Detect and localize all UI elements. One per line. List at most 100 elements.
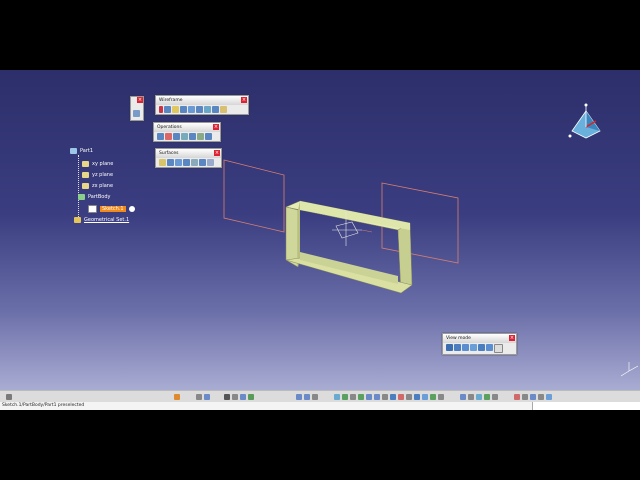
sketch-tool-button[interactable] bbox=[220, 106, 227, 113]
operations-toolbar[interactable]: Operations × bbox=[153, 122, 221, 142]
conversion-icon[interactable] bbox=[492, 394, 498, 400]
shading-icon[interactable] bbox=[390, 394, 396, 400]
letterbox-bottom bbox=[0, 410, 640, 480]
depth-effect-icon[interactable] bbox=[422, 394, 428, 400]
custom-view-button[interactable] bbox=[494, 344, 503, 353]
offset-tool-button[interactable] bbox=[183, 159, 190, 166]
layer-icon[interactable] bbox=[406, 394, 412, 400]
tree-item-geometrical-set[interactable]: Geometrical Set.1 bbox=[74, 217, 129, 223]
split-tool-button[interactable] bbox=[165, 133, 172, 140]
normal-view-icon[interactable] bbox=[312, 394, 318, 400]
prompt-text: Sketch.1/PartBody/Part1 preselected bbox=[2, 403, 85, 408]
tree-label-yz-plane: yz plane bbox=[92, 172, 114, 178]
undo-icon[interactable] bbox=[204, 394, 210, 400]
extruded-frame-surface[interactable] bbox=[285, 200, 413, 294]
circle-tool-button[interactable] bbox=[188, 106, 195, 113]
help-icon[interactable] bbox=[530, 394, 536, 400]
cut-icon[interactable] bbox=[196, 394, 202, 400]
hide-show-icon[interactable] bbox=[358, 394, 364, 400]
shading-edges-button[interactable] bbox=[446, 344, 453, 351]
close-icon[interactable]: × bbox=[241, 97, 247, 103]
point-tool-button[interactable] bbox=[159, 106, 163, 113]
close-icon[interactable]: × bbox=[213, 124, 219, 130]
tree-toggle-icon[interactable] bbox=[6, 394, 12, 400]
isometric-view-icon[interactable] bbox=[374, 394, 380, 400]
tools-icon[interactable] bbox=[514, 394, 520, 400]
spline-tool-button[interactable] bbox=[196, 106, 203, 113]
fillet-tool-button[interactable] bbox=[189, 133, 196, 140]
shading-edges-hidden-button[interactable] bbox=[462, 344, 469, 351]
analysis-icon[interactable] bbox=[484, 394, 490, 400]
surfaces-toolbar[interactable]: Surfaces × bbox=[155, 148, 222, 168]
catalog-icon[interactable] bbox=[224, 394, 230, 400]
wireframe-mode-button[interactable] bbox=[470, 344, 477, 351]
shading-button[interactable] bbox=[454, 344, 461, 351]
loft-tool-button[interactable] bbox=[207, 159, 214, 166]
compass-icon[interactable] bbox=[566, 103, 606, 143]
info-icon[interactable] bbox=[546, 394, 552, 400]
axis-system-icon[interactable] bbox=[468, 394, 474, 400]
tree-item-yz-plane[interactable]: yz plane bbox=[82, 172, 113, 178]
tree-item-sketch1[interactable]: Sketch.1 bbox=[88, 205, 135, 213]
material-mode-button[interactable] bbox=[486, 344, 493, 351]
extrude-tool-button[interactable] bbox=[159, 159, 166, 166]
tree-item-zx-plane[interactable]: zx plane bbox=[82, 183, 113, 189]
apply-material-icon[interactable] bbox=[398, 394, 404, 400]
zoom-out-icon[interactable] bbox=[304, 394, 310, 400]
plane-tool-button[interactable] bbox=[172, 106, 179, 113]
extrapolate-tool-button[interactable] bbox=[205, 133, 212, 140]
letterbox-top bbox=[0, 0, 640, 70]
lighting-icon[interactable] bbox=[414, 394, 420, 400]
part-icon bbox=[70, 148, 77, 154]
operations-title-label: Operations bbox=[157, 125, 182, 130]
close-icon[interactable]: × bbox=[137, 97, 143, 103]
ground-icon[interactable] bbox=[438, 394, 444, 400]
swap-icon[interactable] bbox=[366, 394, 372, 400]
measure-icon[interactable] bbox=[334, 394, 340, 400]
close-icon[interactable]: × bbox=[509, 335, 515, 341]
wireframe-toolbar[interactable]: Wireframe × bbox=[155, 95, 249, 115]
macro-icon[interactable] bbox=[174, 394, 180, 400]
cursor-icon bbox=[128, 206, 135, 212]
hidden-line-button[interactable] bbox=[478, 344, 485, 351]
front-view-icon[interactable] bbox=[382, 394, 388, 400]
power-input-icon[interactable] bbox=[538, 394, 544, 400]
view-mode-toolbar[interactable]: View mode × bbox=[442, 333, 517, 355]
rotate-icon[interactable] bbox=[248, 394, 254, 400]
operations-tools bbox=[154, 132, 220, 141]
tree-label-partbody: PartBody bbox=[88, 194, 111, 200]
tree-item-partbody[interactable]: PartBody bbox=[78, 194, 111, 200]
tree-item-xy-plane[interactable]: xy plane bbox=[82, 161, 113, 167]
projection-tool-button[interactable] bbox=[180, 106, 187, 113]
reference-plane-left[interactable] bbox=[223, 159, 285, 233]
fill-tool-button[interactable] bbox=[199, 159, 206, 166]
tree-item-part1[interactable]: Part1 bbox=[70, 148, 93, 154]
translate-tool-button[interactable] bbox=[197, 133, 204, 140]
helix-tool-button[interactable] bbox=[204, 106, 211, 113]
grid-icon[interactable] bbox=[342, 394, 348, 400]
curve-tool-button[interactable] bbox=[212, 106, 219, 113]
plane-icon bbox=[82, 161, 89, 167]
quick-view-icon[interactable] bbox=[430, 394, 436, 400]
sketcher-icon[interactable] bbox=[476, 394, 482, 400]
view-icon[interactable] bbox=[350, 394, 356, 400]
zoom-in-icon[interactable] bbox=[296, 394, 302, 400]
extract-tool-button[interactable] bbox=[181, 133, 188, 140]
view-mode-tools bbox=[443, 343, 516, 354]
3d-viewport[interactable]: Part1 xy plane yz plane zx plane PartBod… bbox=[0, 70, 640, 390]
options-icon[interactable] bbox=[522, 394, 528, 400]
revolve-tool-button[interactable] bbox=[167, 159, 174, 166]
fit-all-icon[interactable] bbox=[232, 394, 238, 400]
scene-canvas[interactable] bbox=[0, 70, 640, 390]
close-icon[interactable]: × bbox=[214, 150, 220, 156]
line-tool-button[interactable] bbox=[164, 106, 171, 113]
update-icon[interactable] bbox=[460, 394, 466, 400]
mini-toolbar[interactable]: × bbox=[130, 96, 144, 121]
pan-icon[interactable] bbox=[240, 394, 246, 400]
command-input[interactable] bbox=[532, 402, 640, 410]
sphere-tool-button[interactable] bbox=[175, 159, 182, 166]
tool-button[interactable] bbox=[133, 110, 140, 117]
join-tool-button[interactable] bbox=[157, 133, 164, 140]
sweep-tool-button[interactable] bbox=[191, 159, 198, 166]
trim-tool-button[interactable] bbox=[173, 133, 180, 140]
